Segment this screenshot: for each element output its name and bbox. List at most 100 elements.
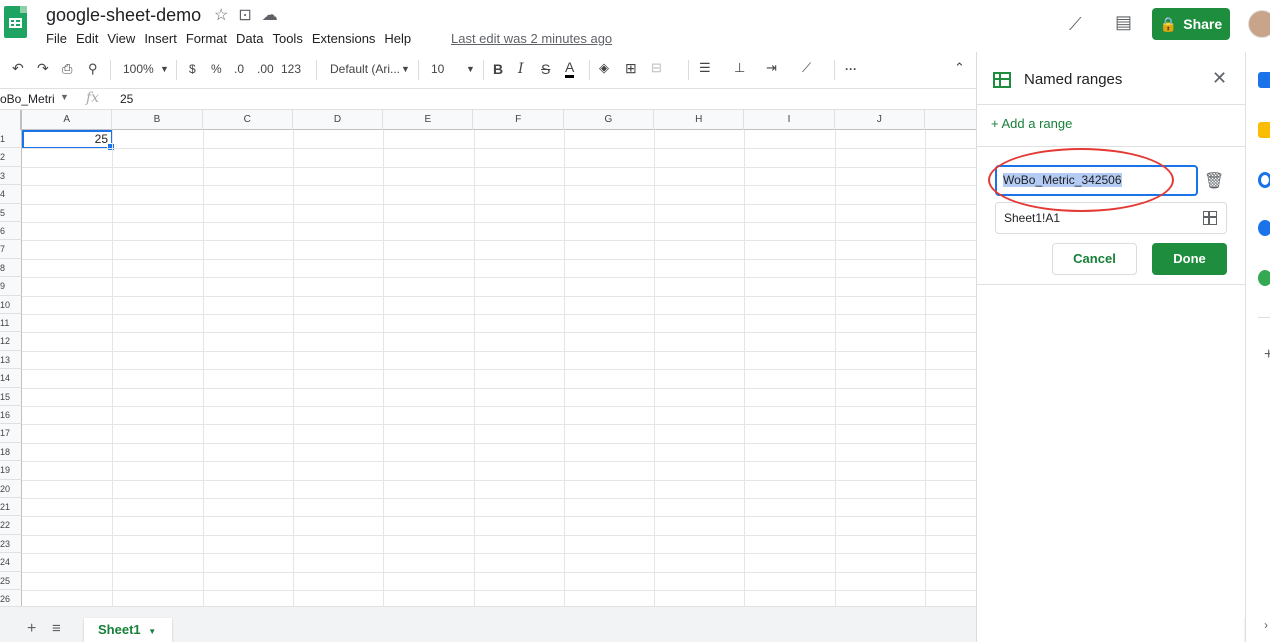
column-header-e[interactable]: E	[383, 110, 474, 130]
row-header-25[interactable]: 25	[0, 571, 22, 590]
row-header-7[interactable]: 7	[0, 240, 22, 259]
row-header-8[interactable]: 8	[0, 258, 22, 278]
fill-color-icon[interactable]: ◈	[599, 60, 609, 76]
all-sheets-button[interactable]: ≡	[52, 620, 61, 637]
column-header-a[interactable]: A	[22, 110, 113, 130]
menu-extensions[interactable]: Extensions	[312, 31, 376, 46]
column-header-h[interactable]: H	[654, 110, 745, 130]
column-header-g[interactable]: G	[564, 110, 655, 130]
sheet-tab-sheet1[interactable]: Sheet1 ▼	[84, 618, 172, 642]
add-sheet-button[interactable]: +	[27, 620, 36, 638]
delete-icon[interactable]: 🗑	[1204, 171, 1224, 191]
more-options-icon[interactable]: ···	[845, 62, 857, 76]
chevron-down-icon[interactable]: ▼	[60, 92, 69, 102]
cancel-button[interactable]: Cancel	[1052, 243, 1137, 275]
row-header-3[interactable]: 3	[0, 166, 22, 186]
align-horizontal-icon[interactable]: ☰	[699, 60, 711, 76]
cloud-status-icon[interactable]: ☁	[262, 5, 278, 25]
formula-input[interactable]: 25	[120, 92, 133, 106]
chevron-down-icon[interactable]: ▼	[401, 64, 410, 74]
column-header-c[interactable]: C	[203, 110, 293, 130]
row-header-26[interactable]: 26	[0, 590, 22, 606]
contacts-icon[interactable]	[1258, 220, 1270, 236]
row-header-5[interactable]: 5	[0, 203, 22, 222]
font-size-select[interactable]: 10	[431, 62, 444, 76]
row-header-13[interactable]: 13	[0, 350, 22, 370]
chevron-down-icon[interactable]: ▼	[160, 64, 169, 74]
row-header-24[interactable]: 24	[0, 553, 22, 572]
add-addon-icon[interactable]: +	[1264, 346, 1270, 364]
done-button[interactable]: Done	[1152, 243, 1227, 275]
strikethrough-button[interactable]: S	[541, 61, 550, 77]
row-header-1[interactable]: 1	[0, 130, 22, 149]
move-folder-icon[interactable]: ⊡	[238, 5, 251, 25]
document-title[interactable]: google-sheet-demo	[46, 5, 201, 26]
close-icon[interactable]: ✕	[1212, 68, 1227, 89]
share-button[interactable]: 🔒 Share	[1152, 8, 1230, 40]
row-header-22[interactable]: 22	[0, 516, 22, 535]
percent-button[interactable]: %	[211, 62, 222, 76]
bold-button[interactable]: B	[493, 61, 503, 77]
spreadsheet-grid[interactable]: ABCDEFGHIJ 25 1 2 3 4 5 6 7 8 9 10 11 12 13 14 15 16 17 1…	[0, 110, 976, 606]
text-rotation-icon[interactable]: ⟋	[802, 60, 811, 76]
collapse-toolbar-icon[interactable]: ⌃	[954, 60, 965, 76]
row-header-12[interactable]: 12	[0, 332, 22, 351]
row-header-20[interactable]: 20	[0, 479, 22, 498]
text-wrap-icon[interactable]: ⇥	[766, 60, 777, 76]
redo-icon[interactable]: ↷	[37, 60, 49, 77]
add-range-button[interactable]: + Add a range	[991, 116, 1072, 131]
select-range-icon[interactable]	[1203, 211, 1217, 225]
row-header-23[interactable]: 23	[0, 534, 22, 554]
chevron-down-icon[interactable]: ▼	[466, 64, 475, 74]
row-header-15[interactable]: 15	[0, 387, 22, 406]
column-header-i[interactable]: I	[744, 110, 835, 130]
merge-cells-icon[interactable]: ⊟	[651, 60, 662, 76]
italic-button[interactable]: I	[518, 61, 524, 77]
horizontal-scrollbar[interactable]	[0, 606, 976, 618]
chevron-down-icon[interactable]: ▼	[148, 627, 156, 636]
menu-insert[interactable]: Insert	[144, 31, 177, 46]
row-header-4[interactable]: 4	[0, 185, 22, 204]
cell-a1[interactable]: 25	[22, 130, 115, 151]
row-header-21[interactable]: 21	[0, 498, 22, 517]
calendar-icon[interactable]	[1258, 72, 1270, 88]
menu-edit[interactable]: Edit	[76, 31, 98, 46]
paint-format-icon[interactable]: ⚲	[88, 61, 98, 77]
decrease-decimal-button[interactable]: .0	[234, 62, 244, 76]
zoom-select[interactable]: 100%	[123, 62, 154, 76]
currency-button[interactable]: $	[189, 62, 196, 76]
more-formats-button[interactable]: 123	[281, 62, 301, 76]
column-header-b[interactable]: B	[112, 110, 203, 130]
row-header-18[interactable]: 18	[0, 442, 22, 462]
row-header-9[interactable]: 9	[0, 277, 22, 296]
menu-help[interactable]: Help	[384, 31, 411, 46]
comment-icon[interactable]: ▤	[1115, 12, 1132, 33]
row-header-2[interactable]: 2	[0, 148, 22, 167]
star-icon[interactable]: ☆	[214, 5, 228, 25]
row-header-17[interactable]: 17	[0, 424, 22, 443]
sheets-logo-icon[interactable]	[4, 6, 27, 38]
menu-tools[interactable]: Tools	[272, 31, 302, 46]
hide-panel-icon[interactable]: ›	[1264, 618, 1268, 632]
undo-icon[interactable]: ↶	[12, 60, 24, 77]
row-header-16[interactable]: 16	[0, 406, 22, 425]
menu-file[interactable]: File	[46, 31, 67, 46]
column-header-d[interactable]: D	[293, 110, 384, 130]
menu-data[interactable]: Data	[236, 31, 263, 46]
text-color-button[interactable]: A	[565, 59, 575, 78]
range-input[interactable]: Sheet1!A1	[995, 202, 1227, 234]
font-select[interactable]: Default (Ari...	[330, 62, 400, 76]
row-header-19[interactable]: 19	[0, 461, 22, 480]
row-header-11[interactable]: 11	[0, 314, 22, 333]
trending-icon[interactable]: ⟋	[1069, 14, 1082, 35]
name-box[interactable]: oBo_Metri	[0, 92, 55, 106]
row-header-6[interactable]: 6	[0, 222, 22, 241]
tasks-icon[interactable]	[1258, 172, 1270, 188]
align-vertical-icon[interactable]: ⊥	[734, 60, 745, 76]
select-all-corner[interactable]	[0, 110, 22, 130]
column-header-f[interactable]: F	[474, 110, 564, 130]
last-edit-link[interactable]: Last edit was 2 minutes ago	[451, 31, 612, 46]
row-header-14[interactable]: 14	[0, 369, 22, 388]
column-header-j[interactable]: J	[835, 110, 925, 130]
menu-view[interactable]: View	[107, 31, 135, 46]
